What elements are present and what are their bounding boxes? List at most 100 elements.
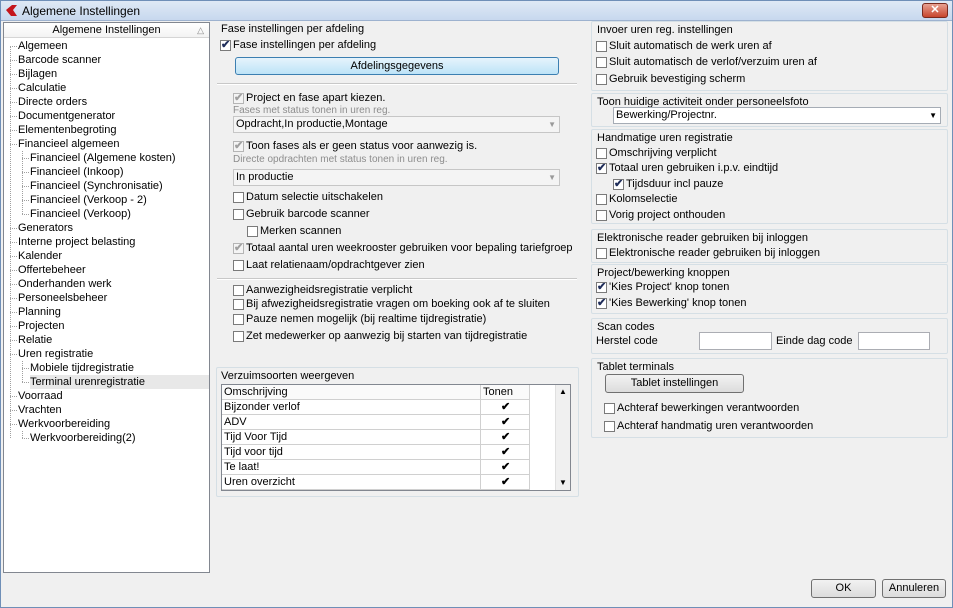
table-row[interactable]: Te laat! ✔ xyxy=(222,460,530,475)
tijdsduur-checkbox[interactable]: ✔ xyxy=(613,178,624,190)
activiteit-combo[interactable]: Bewerking/Projectnr. ▼ xyxy=(613,107,941,124)
tree-item[interactable]: Algemeen xyxy=(18,39,72,53)
toon-fases-checkbox[interactable]: ✔ xyxy=(233,140,244,152)
tree-item[interactable]: Financieel (Inkoop) xyxy=(30,165,128,179)
tree-item[interactable]: Financieel algemeen xyxy=(18,137,124,151)
verzuim-tonen-cell[interactable]: ✔ xyxy=(481,430,530,445)
omschrijving-checkbox[interactable] xyxy=(596,148,607,159)
barcode-checkbox[interactable] xyxy=(233,209,244,220)
tree-item[interactable]: Werkvoorbereiding(2) xyxy=(30,431,140,445)
achteraf-bewerkingen-checkbox[interactable] xyxy=(604,403,615,414)
status-combo[interactable]: Opdracht,In productie,Montage ▼ xyxy=(233,116,560,133)
tree-item[interactable]: Documentgenerator xyxy=(18,109,119,123)
sluit-verlof-label: Sluit automatisch de verlof/verzuim uren… xyxy=(609,56,817,68)
tree-item[interactable]: Uren registratie xyxy=(18,347,97,361)
tree-item[interactable]: Financieel (Verkoop - 2) xyxy=(30,193,151,207)
tree-item[interactable]: Bijlagen xyxy=(18,67,61,81)
pauze-checkbox[interactable] xyxy=(233,314,244,325)
verzuim-omschrijving-cell[interactable]: Tijd voor tijd xyxy=(222,445,481,460)
tree-item[interactable]: Planning xyxy=(18,305,65,319)
col-omschrijving[interactable]: Omschrijving xyxy=(222,385,481,400)
tree-item[interactable]: Barcode scanner xyxy=(18,53,105,67)
tonen-checkbox[interactable]: ✔ xyxy=(501,400,510,414)
zet-aanwezig-checkbox[interactable] xyxy=(233,331,244,342)
verzuim-omschrijving-cell[interactable]: Tijd Voor Tijd xyxy=(222,430,481,445)
verzuim-omschrijving-cell[interactable]: Uren overzicht xyxy=(222,475,481,490)
tree-item[interactable]: Personeelsbeheer xyxy=(18,291,111,305)
sluit-verlof-checkbox[interactable] xyxy=(596,57,607,68)
herstel-code-input[interactable] xyxy=(699,332,772,350)
tree-connector xyxy=(10,144,17,145)
tree-item[interactable]: Kalender xyxy=(18,249,66,263)
verzuim-tonen-cell[interactable]: ✔ xyxy=(481,400,530,415)
tree-item[interactable]: Projecten xyxy=(18,319,68,333)
aanwezig-checkbox[interactable] xyxy=(233,285,244,296)
datum-checkbox[interactable] xyxy=(233,192,244,203)
tree-item[interactable]: Mobiele tijdregistratie xyxy=(30,361,138,375)
tree-connector xyxy=(22,368,29,369)
table-row[interactable]: ADV ✔ xyxy=(222,415,530,430)
table-row[interactable]: Tijd Voor Tijd ✔ xyxy=(222,430,530,445)
table-row[interactable]: Bijzonder verlof ✔ xyxy=(222,400,530,415)
achteraf-handmatig-label: Achteraf handmatig uren verantwoorden xyxy=(617,420,814,432)
merken-checkbox[interactable] xyxy=(247,226,258,237)
table-row[interactable]: Uren overzicht ✔ xyxy=(222,475,530,490)
verzuim-tonen-cell[interactable]: ✔ xyxy=(481,445,530,460)
tree-item[interactable]: Financieel (Synchronisatie) xyxy=(30,179,167,193)
tonen-checkbox[interactable]: ✔ xyxy=(501,415,510,429)
close-button[interactable]: ✕ xyxy=(922,3,948,18)
scroll-up-icon[interactable]: ▲ xyxy=(559,387,567,396)
tree-item[interactable]: Financieel (Algemene kosten) xyxy=(30,151,180,165)
tree-item[interactable]: Vrachten xyxy=(18,403,66,417)
kolomselectie-checkbox[interactable] xyxy=(596,194,607,205)
tonen-checkbox[interactable]: ✔ xyxy=(501,445,510,459)
afwezig-checkbox[interactable] xyxy=(233,299,244,310)
tree-item[interactable]: Elementenbegroting xyxy=(18,123,120,137)
kies-project-checkbox[interactable]: ✔ xyxy=(596,281,607,293)
scroll-down-icon[interactable]: ▼ xyxy=(559,478,567,487)
vorig-project-checkbox[interactable] xyxy=(596,210,607,221)
verzuim-omschrijving-cell[interactable]: Te laat! xyxy=(222,460,481,475)
tree-item[interactable]: Onderhanden werk xyxy=(18,277,116,291)
tree-item[interactable]: Interne project belasting xyxy=(18,235,139,249)
tree-item[interactable]: Offertebeheer xyxy=(18,263,90,277)
sluit-werk-checkbox[interactable] xyxy=(596,41,607,52)
col-tonen[interactable]: Tonen xyxy=(481,385,530,400)
direct-combo[interactable]: In productie ▼ xyxy=(233,169,560,186)
table-row[interactable]: Tijd voor tijd ✔ xyxy=(222,445,530,460)
verzuim-omschrijving-cell[interactable]: ADV xyxy=(222,415,481,430)
tree-item[interactable]: Voorraad xyxy=(18,389,67,403)
tonen-checkbox[interactable]: ✔ xyxy=(501,475,510,489)
relatie-checkbox[interactable] xyxy=(233,260,244,271)
verzuim-tonen-cell[interactable]: ✔ xyxy=(481,460,530,475)
totaal-eindtijd-checkbox[interactable]: ✔ xyxy=(596,162,607,174)
merken-label: Merken scannen xyxy=(260,225,342,237)
tree-item[interactable]: Calculatie xyxy=(18,81,70,95)
bevestiging-checkbox[interactable] xyxy=(596,74,607,85)
verzuim-tonen-cell[interactable]: ✔ xyxy=(481,475,530,490)
tree-item[interactable]: Relatie xyxy=(18,333,56,347)
fase-enable-checkbox[interactable]: ✔ xyxy=(220,39,231,51)
totaal-uren-checkbox[interactable]: ✔ xyxy=(233,242,244,254)
tree-item[interactable]: Directe orders xyxy=(18,95,91,109)
tonen-checkbox[interactable]: ✔ xyxy=(501,430,510,444)
tree-item[interactable]: Werkvoorbereiding xyxy=(18,417,114,431)
verzuim-omschrijving-cell[interactable]: Bijzonder verlof xyxy=(222,400,481,415)
verzuim-tonen-cell[interactable]: ✔ xyxy=(481,415,530,430)
einde-dag-input[interactable] xyxy=(858,332,930,350)
achteraf-handmatig-checkbox[interactable] xyxy=(604,421,615,432)
tablet-instellingen-button[interactable]: Tablet instellingen xyxy=(605,374,744,393)
tree-item[interactable]: Generators xyxy=(18,221,77,235)
ok-button[interactable]: OK xyxy=(811,579,876,598)
cancel-button[interactable]: Annuleren xyxy=(882,579,946,598)
vorig-project-label: Vorig project onthouden xyxy=(609,209,726,221)
reader-checkbox[interactable] xyxy=(596,248,607,259)
grid-scrollbar[interactable]: ▲ ▼ xyxy=(555,385,570,490)
kies-bewerking-checkbox[interactable]: ✔ xyxy=(596,297,607,309)
tree-header[interactable]: Algemene Instellingen △ xyxy=(4,23,209,38)
afdelingsgegevens-button[interactable]: Afdelingsgegevens xyxy=(235,57,559,75)
tree-item[interactable]: Financieel (Verkoop) xyxy=(30,207,135,221)
project-fase-checkbox[interactable]: ✔ xyxy=(233,92,244,104)
tree-item[interactable]: Terminal urenregistratie xyxy=(30,375,209,389)
tonen-checkbox[interactable]: ✔ xyxy=(501,460,510,474)
